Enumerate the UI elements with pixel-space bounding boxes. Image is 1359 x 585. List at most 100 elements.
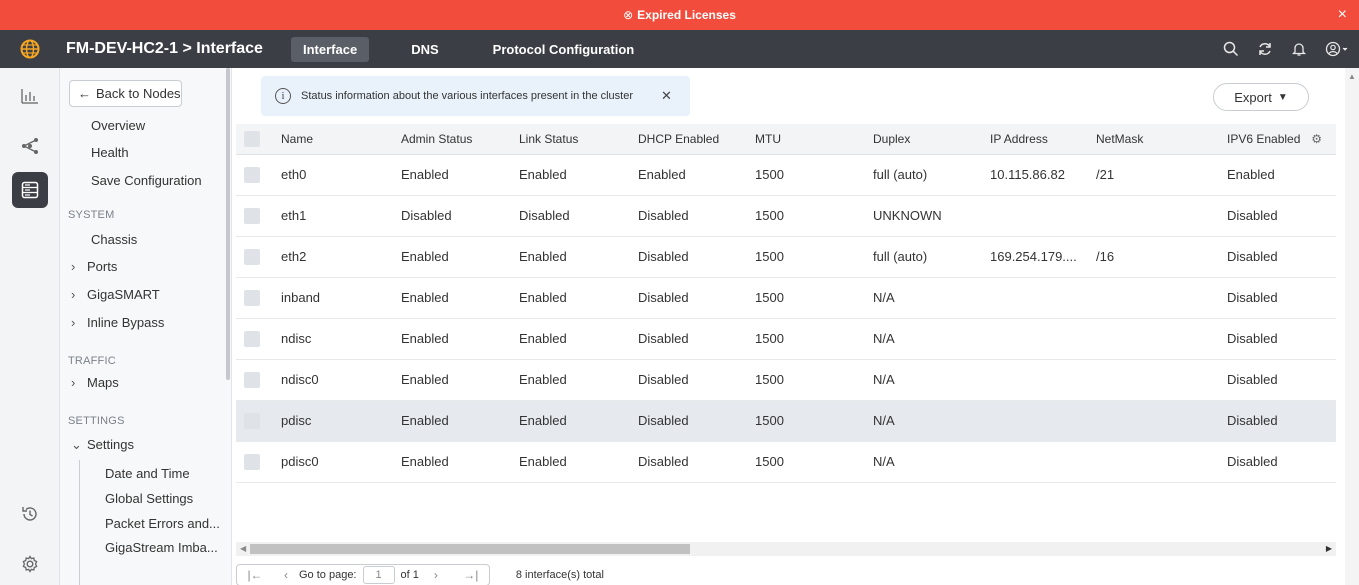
- cell-duplex: UNKNOWN: [873, 195, 990, 237]
- sidebar-item-global-settings[interactable]: Global Settings: [105, 491, 193, 506]
- table-row[interactable]: eth1 Disabled Disabled Disabled 1500 UNKNOWN D…: [236, 195, 1336, 237]
- cell-ip-address: 10.115.86.82: [990, 154, 1096, 196]
- export-button[interactable]: Export ▼: [1213, 83, 1309, 111]
- select-all-checkbox[interactable]: [244, 130, 260, 147]
- column-settings-gear-icon[interactable]: ⚙: [1311, 132, 1322, 146]
- cell-netmask: [1096, 400, 1227, 442]
- back-to-nodes-button[interactable]: ← Back to Nodes: [69, 80, 182, 107]
- sidebar-item-gigastream[interactable]: GigaStream Imba...: [105, 540, 218, 555]
- row-checkbox[interactable]: [244, 289, 260, 306]
- table-row[interactable]: eth2 Enabled Enabled Disabled 1500 full (auto…: [236, 236, 1336, 278]
- dashboard-chart-icon[interactable]: [12, 78, 48, 114]
- column-header-dhcp-enabled[interactable]: DHCP Enabled: [638, 124, 755, 155]
- info-close-icon[interactable]: ✕: [661, 88, 672, 104]
- cell-name: eth2: [281, 236, 401, 278]
- settings-gear-icon[interactable]: [12, 546, 48, 582]
- top-nav: FM-DEV-HC2-1 > Interface Interface DNS P…: [0, 30, 1359, 68]
- row-checkbox[interactable]: [244, 207, 260, 224]
- cell-duplex: N/A: [873, 400, 990, 442]
- tab-protocol-configuration[interactable]: Protocol Configuration: [481, 37, 647, 62]
- cell-ip-address: [990, 359, 1096, 401]
- cell-name: pdisc0: [281, 441, 401, 483]
- row-checkbox[interactable]: [244, 412, 260, 429]
- sidebar-item-settings[interactable]: ⌄ Settings: [71, 437, 134, 453]
- app-logo-icon[interactable]: [0, 30, 60, 68]
- sidebar-item-health[interactable]: Health: [91, 145, 129, 160]
- table-row[interactable]: pdisc0 Enabled Enabled Disabled 1500 N/A Disab…: [236, 441, 1336, 483]
- column-header-admin-status[interactable]: Admin Status: [401, 124, 519, 155]
- error-circle-icon: ⊗: [623, 8, 634, 22]
- topology-icon[interactable]: [12, 128, 48, 164]
- cell-netmask: [1096, 359, 1227, 401]
- cell-mtu: 1500: [755, 441, 873, 483]
- row-checkbox[interactable]: [244, 371, 260, 388]
- cell-mtu: 1500: [755, 359, 873, 401]
- table-row[interactable]: ndisc0 Enabled Enabled Disabled 1500 N/A Disab…: [236, 359, 1336, 401]
- scrollbar-thumb[interactable]: [250, 544, 690, 554]
- horizontal-scrollbar[interactable]: ◀ ▶: [236, 542, 1336, 556]
- column-header-duplex[interactable]: Duplex: [873, 124, 990, 155]
- sidebar-item-label: GigaSMART: [87, 287, 160, 302]
- tab-interface[interactable]: Interface: [291, 36, 370, 62]
- column-header-mtu[interactable]: MTU: [755, 124, 873, 155]
- page-number-input[interactable]: 1: [362, 566, 395, 584]
- scroll-right-arrow-icon[interactable]: ▶: [1326, 544, 1332, 553]
- section-settings: SETTINGS: [68, 415, 125, 427]
- cell-name: eth0: [281, 154, 401, 196]
- cell-duplex: full (auto): [873, 154, 990, 196]
- column-header-netmask[interactable]: NetMask: [1096, 124, 1227, 155]
- sidebar-item-date-and-time[interactable]: Date and Time: [105, 466, 190, 481]
- table-row[interactable]: inband Enabled Enabled Disabled 1500 N/A Disab…: [236, 277, 1336, 319]
- banner-close-icon[interactable]: ×: [1338, 6, 1347, 24]
- cell-admin-status: Disabled: [401, 195, 519, 237]
- prev-page-icon[interactable]: ‹: [273, 565, 299, 585]
- table-row[interactable]: ndisc Enabled Enabled Disabled 1500 N/A Disabl…: [236, 318, 1336, 360]
- cell-ipv6-enabled: Enabled: [1227, 154, 1336, 196]
- cell-link-status: Enabled: [519, 236, 638, 278]
- cell-link-status: Enabled: [519, 318, 638, 360]
- table-header-row: Name Admin Status Link Status DHCP Enabl…: [236, 124, 1336, 155]
- column-header-ip-address[interactable]: IP Address: [990, 124, 1096, 155]
- page-of-label: of 1: [400, 569, 419, 581]
- cell-name: ndisc: [281, 318, 401, 360]
- sidebar-item-ports[interactable]: › Ports: [71, 259, 117, 274]
- sidebar-item-inline-bypass[interactable]: › Inline Bypass: [71, 315, 164, 330]
- scroll-up-arrow-icon[interactable]: ▲: [1348, 72, 1356, 81]
- search-icon[interactable]: [1223, 41, 1239, 57]
- scroll-left-arrow-icon[interactable]: ◀: [240, 544, 246, 553]
- user-menu-icon[interactable]: [1325, 41, 1349, 57]
- cell-mtu: 1500: [755, 318, 873, 360]
- row-checkbox[interactable]: [244, 330, 260, 347]
- row-checkbox[interactable]: [244, 453, 260, 470]
- bell-icon[interactable]: [1291, 41, 1307, 57]
- sidebar-item-gigasmart[interactable]: › GigaSMART: [71, 287, 160, 302]
- row-checkbox[interactable]: [244, 166, 260, 183]
- nodes-server-icon[interactable]: [12, 172, 48, 208]
- history-icon[interactable]: [12, 496, 48, 532]
- tab-dns[interactable]: DNS: [399, 37, 450, 62]
- chevron-right-icon: ›: [71, 375, 76, 390]
- license-banner: ⊗ Expired Licenses ×: [0, 0, 1359, 30]
- next-page-icon[interactable]: ›: [419, 565, 453, 585]
- sidebar-scrollbar[interactable]: [226, 68, 230, 380]
- sidebar-item-save-configuration[interactable]: Save Configuration: [91, 173, 202, 188]
- pagination-controls: |← ‹ Go to page: 1 of 1 › →|: [236, 564, 490, 585]
- vertical-scrollbar[interactable]: ▲: [1345, 68, 1359, 585]
- sidebar-item-label: Inline Bypass: [87, 315, 165, 330]
- sidebar-item-packet-errors[interactable]: Packet Errors and...: [105, 516, 220, 531]
- column-header-name[interactable]: Name: [281, 124, 401, 155]
- column-header-ipv6-enabled[interactable]: IPV6 Enabled ⚙: [1227, 124, 1336, 155]
- sidebar-item-overview[interactable]: Overview: [91, 118, 145, 133]
- cell-link-status: Disabled: [519, 195, 638, 237]
- sidebar-item-maps[interactable]: › Maps: [71, 375, 119, 390]
- last-page-icon[interactable]: →|: [453, 565, 489, 585]
- table-row[interactable]: eth0 Enabled Enabled Enabled 1500 full (auto)…: [236, 154, 1336, 196]
- sidebar-item-chassis[interactable]: Chassis: [91, 232, 137, 247]
- cell-dhcp-enabled: Disabled: [638, 400, 755, 442]
- first-page-icon[interactable]: |←: [237, 565, 273, 585]
- column-header-link-status[interactable]: Link Status: [519, 124, 638, 155]
- row-checkbox[interactable]: [244, 248, 260, 265]
- table-row[interactable]: pdisc Enabled Enabled Disabled 1500 N/A Disabl…: [236, 400, 1336, 442]
- refresh-icon[interactable]: [1257, 41, 1273, 57]
- sidebar-item-label: Maps: [87, 375, 119, 390]
